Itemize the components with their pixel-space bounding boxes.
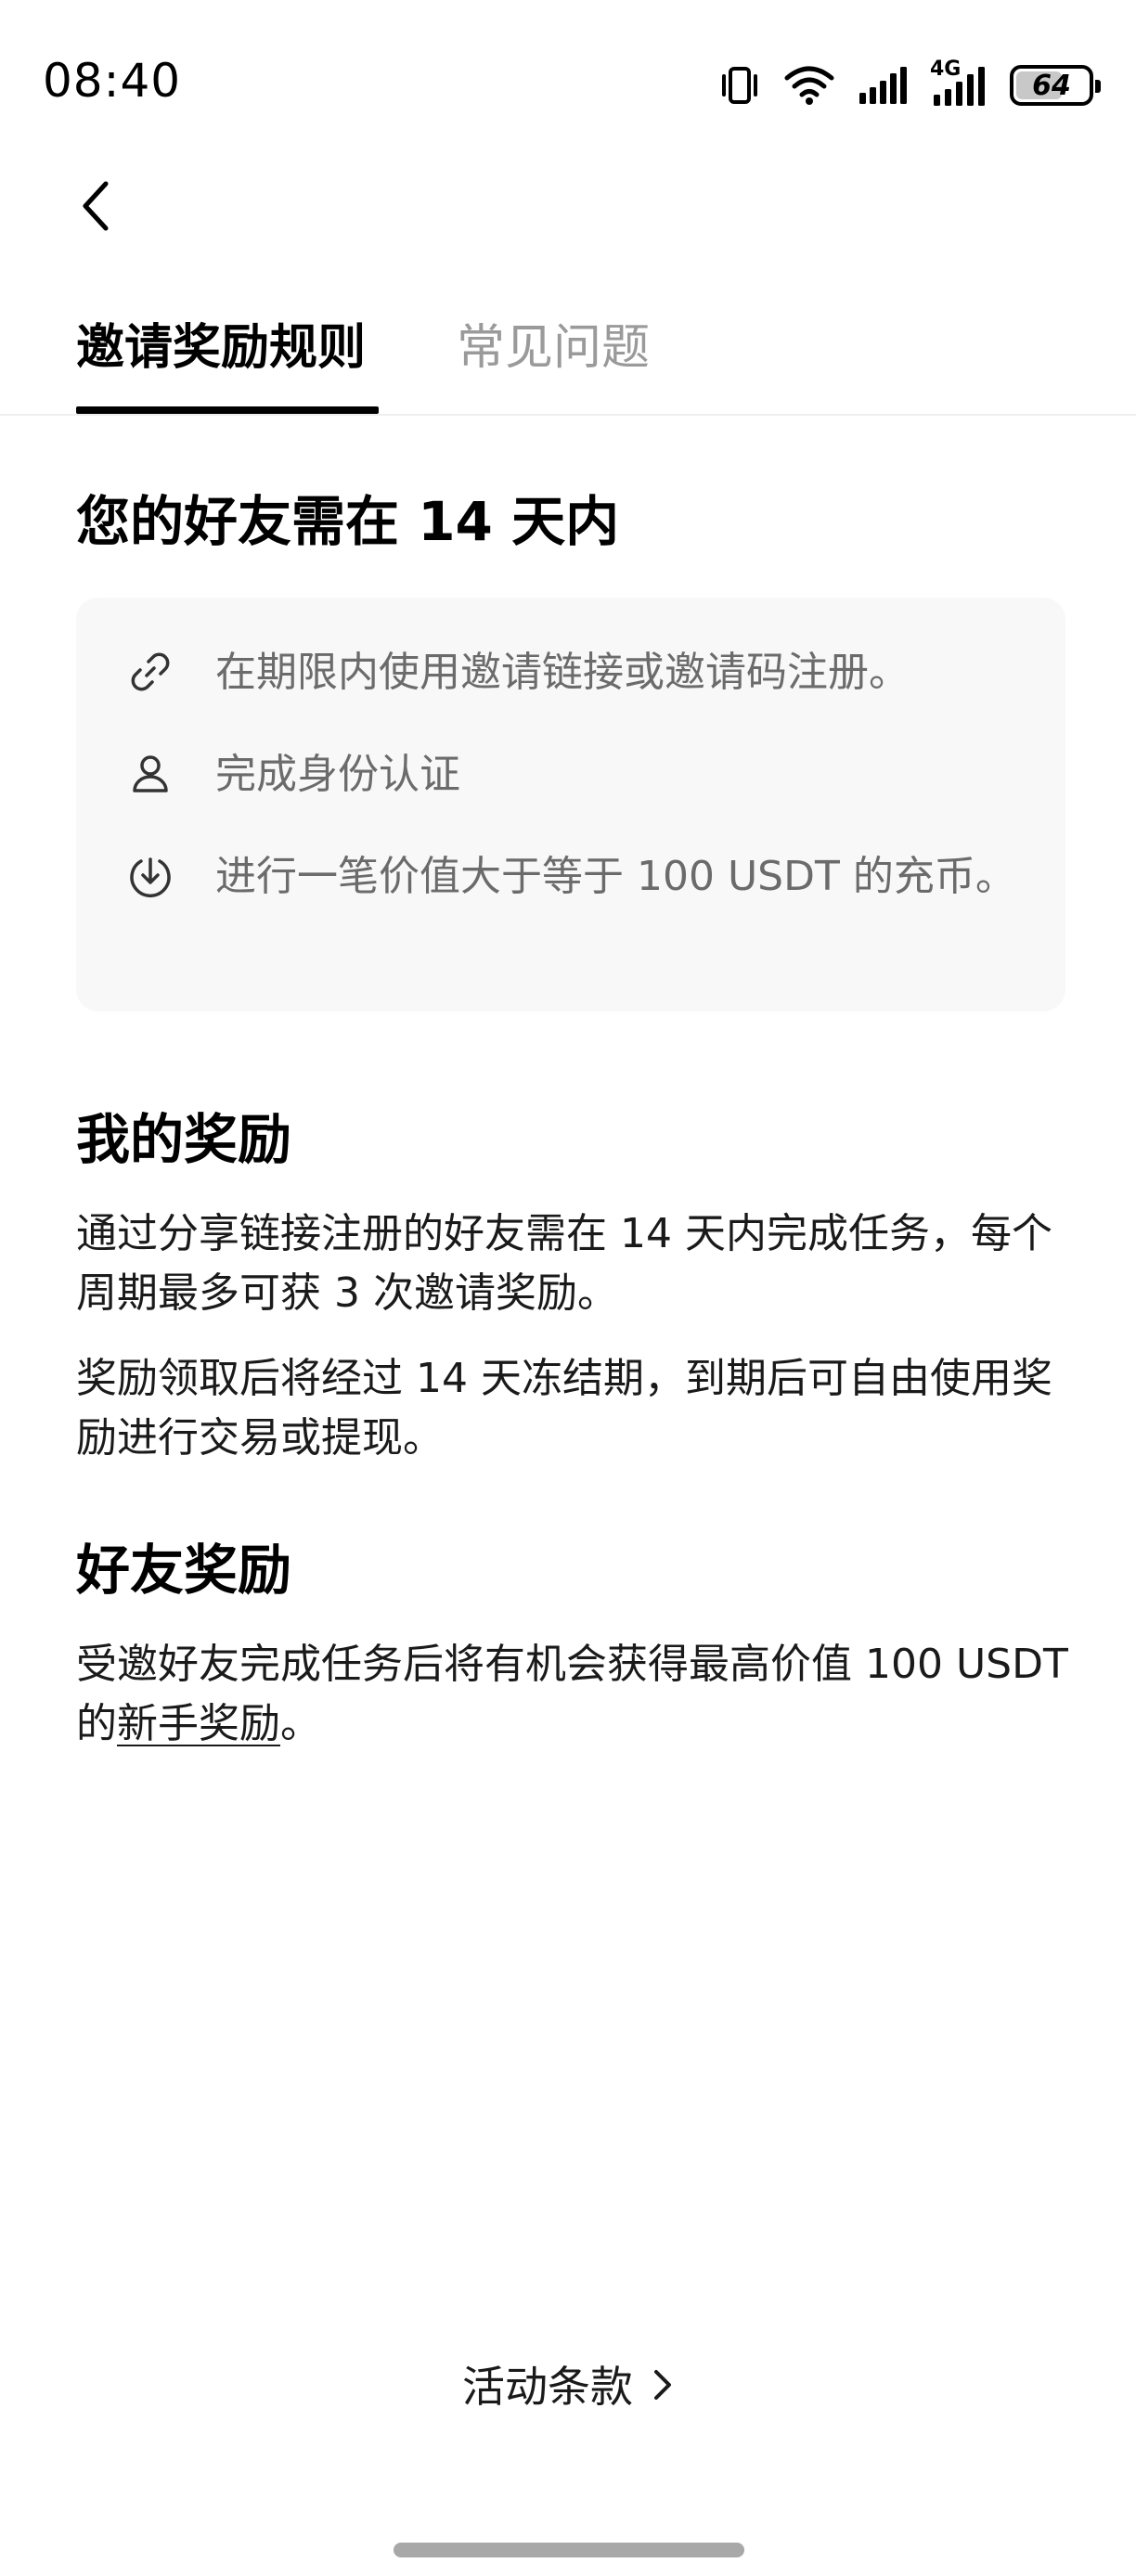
user-icon bbox=[123, 746, 178, 802]
newbie-rewards-link[interactable]: 新手奖励 bbox=[117, 1700, 280, 1747]
activity-terms-link[interactable]: 活动条款 bbox=[0, 2357, 1136, 2416]
tab-bar: 邀请奖励规则 常见问题 bbox=[0, 306, 1136, 416]
back-button[interactable] bbox=[67, 174, 123, 241]
tab-active-indicator bbox=[76, 406, 379, 414]
cellular-signal-4g: 4G bbox=[930, 59, 988, 108]
cellular-signal-icon bbox=[858, 65, 908, 106]
tab-faq[interactable]: 常见问题 bbox=[457, 306, 650, 390]
status-bar: 08:40 4G 64 bbox=[0, 0, 1136, 158]
status-icons: 4G 64 bbox=[718, 59, 1101, 111]
chevron-right-icon bbox=[652, 2366, 674, 2407]
task-text: 在期限内使用邀请链接或邀请码注册。 bbox=[215, 649, 910, 696]
my-rewards-paragraph-1: 通过分享链接注册的好友需在 14 天内完成任务，每个周期最多可获 3 次邀请奖励… bbox=[76, 1210, 1052, 1317]
task-text: 进行一笔价值大于等于 100 USDT 的充币。 bbox=[215, 853, 1016, 900]
task-text: 完成身份认证 bbox=[215, 751, 460, 798]
status-time: 08:40 bbox=[43, 54, 182, 108]
friend-rewards-heading: 好友奖励 bbox=[76, 1539, 292, 1602]
tasks-heading: 您的好友需在 14 天内 bbox=[76, 490, 620, 553]
battery-icon: 64 bbox=[1010, 65, 1101, 106]
wifi-icon bbox=[783, 65, 835, 106]
friend-rewards-text-end: 。 bbox=[280, 1700, 321, 1747]
battery-level: 64 bbox=[1032, 69, 1071, 102]
invite-rules-page: 08:40 4G 64 邀请奖励规则 常见问题 您的好友需在 14 天内 在期限… bbox=[0, 0, 1136, 2576]
task-list: 在期限内使用邀请链接或邀请码注册。 完成身份认证 进行一笔价值大于等于 100 … bbox=[76, 598, 1065, 1011]
tab-invite-rules[interactable]: 邀请奖励规则 bbox=[76, 306, 366, 390]
download-circle-icon bbox=[123, 848, 178, 904]
friend-rewards-paragraph: 受邀好友完成任务后将有机会获得最高价值 100 USDT 的新手奖励。 bbox=[76, 1635, 1069, 1754]
link-icon bbox=[123, 644, 178, 700]
terms-label: 活动条款 bbox=[462, 2362, 633, 2412]
my-rewards-paragraph-2: 奖励领取后将经过 14 天冻结期，到期后可自由使用奖励进行交易或提现。 bbox=[76, 1355, 1052, 1462]
vibrate-icon bbox=[718, 65, 761, 106]
chevron-left-icon bbox=[78, 178, 111, 238]
my-rewards-heading: 我的奖励 bbox=[76, 1108, 292, 1171]
home-indicator[interactable] bbox=[394, 2543, 744, 2557]
